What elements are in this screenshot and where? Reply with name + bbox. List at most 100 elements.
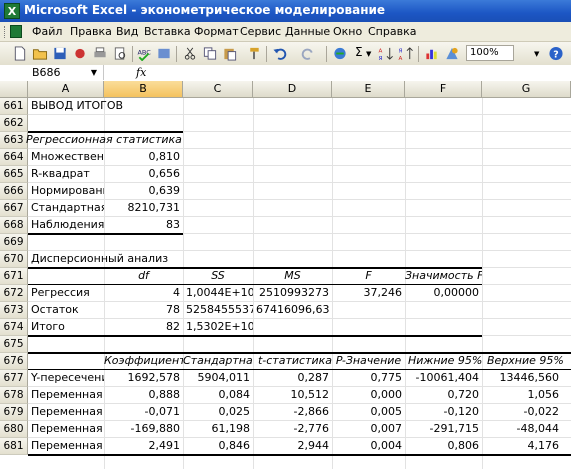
formula-input[interactable] (156, 65, 566, 80)
column-header-d[interactable]: D (253, 81, 332, 98)
cell-e679[interactable]: 0,005 (332, 404, 405, 421)
row-header[interactable]: 680 (0, 421, 28, 438)
cell-b676[interactable]: Коэффициенты (104, 353, 183, 370)
print-icon[interactable] (92, 46, 108, 61)
cell-d681[interactable]: 2,944 (253, 438, 332, 455)
cell-a661[interactable]: ВЫВОД ИТОГОВ (28, 98, 188, 115)
row-header[interactable]: 662 (0, 115, 28, 132)
cell-c673[interactable]: 5258455537 (183, 302, 253, 319)
cell-a680[interactable]: Переменная X 3 (28, 421, 104, 438)
cell-b681[interactable]: 2,491 (104, 438, 183, 455)
cell-c676[interactable]: Стандартная ошибка (183, 353, 253, 370)
column-header-g[interactable]: G (482, 81, 571, 98)
cell-b671[interactable]: df (104, 268, 183, 285)
new-document-icon[interactable] (12, 46, 28, 61)
cell-e681[interactable]: 0,004 (332, 438, 405, 455)
cell-a667[interactable]: Стандартная ошибка (28, 200, 104, 217)
menu-edit[interactable]: Правка (70, 25, 112, 38)
cell-g676[interactable]: Верхние 95% (482, 353, 571, 370)
menu-view[interactable]: Вид (116, 25, 138, 38)
cell-a674[interactable]: Итого (28, 319, 104, 336)
cell-e672[interactable]: 37,246 (332, 285, 405, 302)
menu-insert[interactable]: Вставка (144, 25, 191, 38)
cell-c678[interactable]: 0,084 (183, 387, 253, 404)
row-header[interactable]: 678 (0, 387, 28, 404)
cell-b672[interactable]: 4 (104, 285, 183, 302)
row-header[interactable]: 674 (0, 319, 28, 336)
permission-icon[interactable] (72, 46, 88, 61)
cell-c679[interactable]: 0,025 (183, 404, 253, 421)
cell-e678[interactable]: 0,000 (332, 387, 405, 404)
cell-b666[interactable]: 0,639 (104, 183, 183, 200)
cell-a679[interactable]: Переменная X 2 (28, 404, 104, 421)
cell-f678[interactable]: 0,720 (405, 387, 482, 404)
cell-d672[interactable]: 2510993273 (253, 285, 332, 302)
column-header-a[interactable]: A (28, 81, 104, 98)
cell-f681[interactable]: 0,806 (405, 438, 482, 455)
cell-e677[interactable]: 0,775 (332, 370, 405, 387)
cell-b674[interactable]: 82 (104, 319, 183, 336)
cell-a665[interactable]: R-квадрат (28, 166, 104, 183)
drawing-icon[interactable] (444, 46, 460, 61)
save-icon[interactable] (52, 46, 68, 61)
help-icon[interactable]: ? (548, 46, 564, 61)
paste-icon[interactable] (222, 46, 238, 61)
format-painter-icon[interactable] (246, 46, 262, 61)
cell-a666[interactable]: Нормированный R-квадрат (28, 183, 104, 200)
cell-c681[interactable]: 0,846 (183, 438, 253, 455)
row-header[interactable]: 675 (0, 336, 28, 353)
cell-f680[interactable]: -291,715 (405, 421, 482, 438)
row-header[interactable]: 668 (0, 217, 28, 234)
column-header-b[interactable]: B (104, 81, 183, 98)
cell-a672[interactable]: Регрессия (28, 285, 104, 302)
cell-c677[interactable]: 5904,011 (183, 370, 253, 387)
cell-c674[interactable]: 1,5302E+10 (183, 319, 253, 336)
cell-f671[interactable]: Значимость F (405, 268, 482, 285)
name-box-dropdown-icon[interactable]: ▼ (91, 65, 97, 80)
cell-f679[interactable]: -0,120 (405, 404, 482, 421)
cell-d678[interactable]: 10,512 (253, 387, 332, 404)
name-box[interactable]: B686 ▼ (24, 65, 104, 80)
print-preview-icon[interactable] (112, 46, 128, 61)
cell-d676[interactable]: t-статистика (253, 353, 332, 370)
column-header-e[interactable]: E (332, 81, 405, 98)
cell-a664[interactable]: Множественный R (28, 149, 104, 166)
row-header[interactable]: 669 (0, 234, 28, 251)
cell-a677[interactable]: Y-пересечение (28, 370, 104, 387)
cell-d673[interactable]: 67416096,63 (253, 302, 332, 319)
row-header[interactable]: 667 (0, 200, 28, 217)
row-header[interactable]: 663 (0, 132, 28, 149)
cell-g678[interactable]: 1,056 (482, 387, 562, 404)
menu-window[interactable]: Окно (333, 25, 362, 38)
cell-f676[interactable]: Нижние 95% (405, 353, 482, 370)
row-header[interactable]: 661 (0, 98, 28, 115)
research-icon[interactable] (156, 46, 172, 61)
row-header[interactable]: 672 (0, 285, 28, 302)
cell-a668[interactable]: Наблюдения (28, 217, 104, 234)
row-header[interactable]: 670 (0, 251, 28, 268)
undo-icon[interactable] (272, 46, 288, 61)
cell-a663[interactable]: Регрессионная статистика (26, 132, 183, 149)
workbook-icon[interactable] (10, 25, 22, 38)
cell-d677[interactable]: 0,287 (253, 370, 332, 387)
column-header-f[interactable]: F (405, 81, 482, 98)
hyperlink-icon[interactable] (332, 46, 348, 61)
cell-b678[interactable]: 0,888 (104, 387, 183, 404)
menu-data[interactable]: Данные (285, 25, 330, 38)
cell-c672[interactable]: 1,0044E+10 (183, 285, 253, 302)
cut-icon[interactable] (182, 46, 198, 61)
menu-format[interactable]: Формат (194, 25, 239, 38)
cell-d679[interactable]: -2,866 (253, 404, 332, 421)
menu-file[interactable]: Файл (32, 25, 62, 38)
cell-b664[interactable]: 0,810 (104, 149, 183, 166)
cell-b667[interactable]: 8210,731 (104, 200, 183, 217)
cell-a670[interactable]: Дисперсионный анализ (28, 251, 188, 268)
cell-a681[interactable]: Переменная X 4 (28, 438, 104, 455)
cell-c680[interactable]: 61,198 (183, 421, 253, 438)
cell-e676[interactable]: P-Значение (332, 353, 405, 370)
cell-g680[interactable]: -48,044 (482, 421, 562, 438)
chart-wizard-icon[interactable] (424, 46, 440, 61)
sort-descending-icon[interactable]: ЯА (398, 46, 414, 61)
cell-c671[interactable]: SS (183, 268, 253, 285)
menu-tools[interactable]: Сервис (240, 25, 281, 38)
